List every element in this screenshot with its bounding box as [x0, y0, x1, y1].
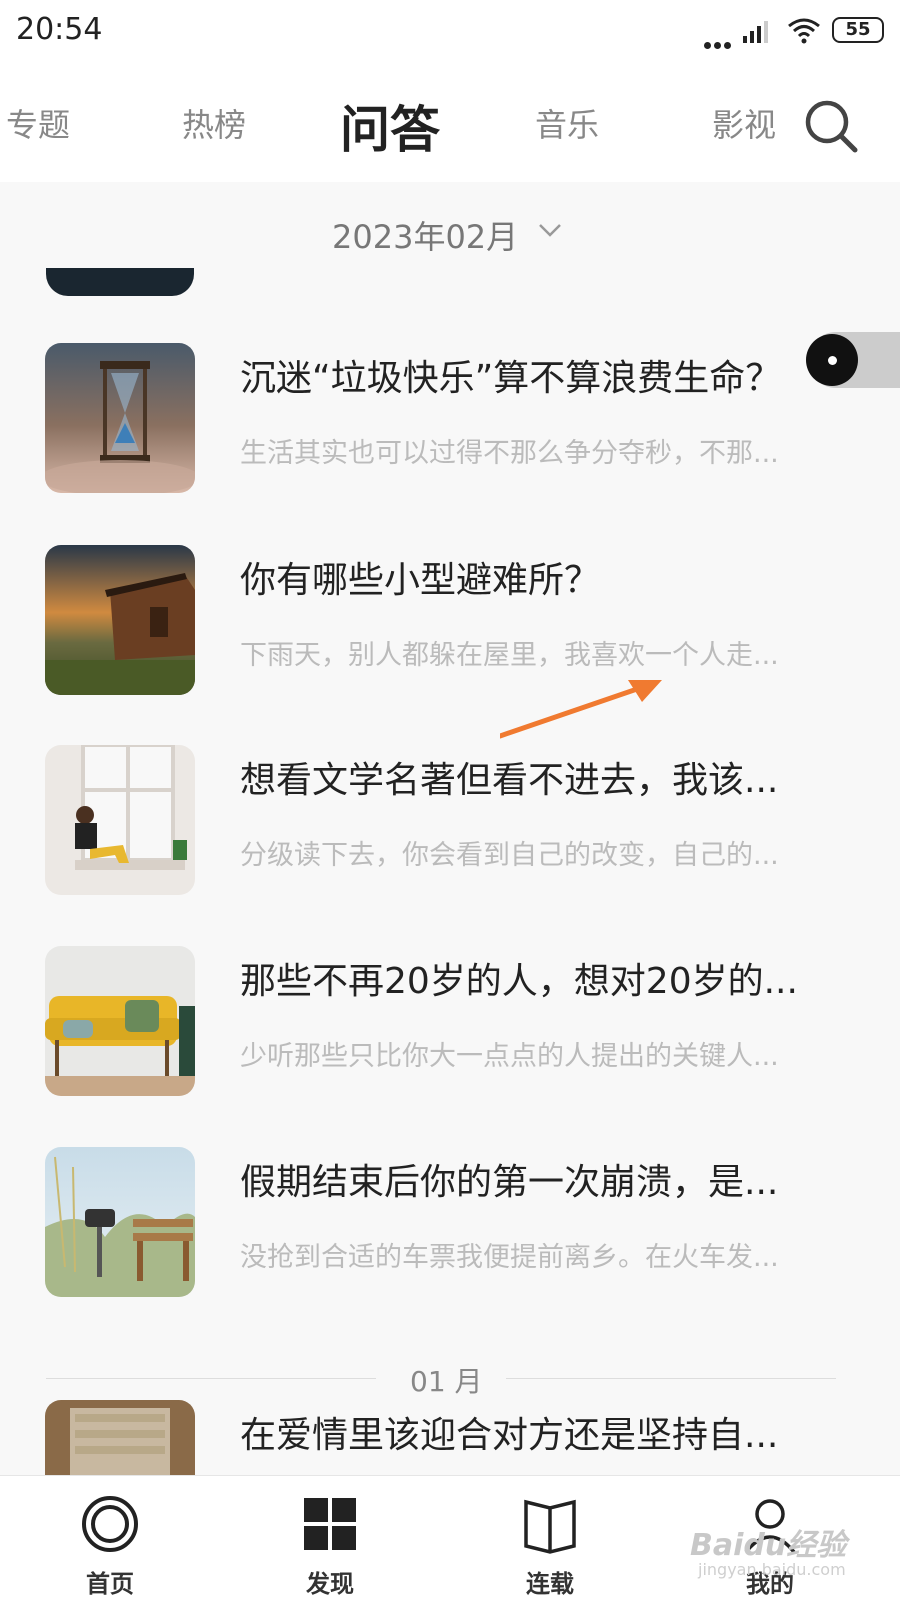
nav-serial[interactable]: 连载 — [495, 1494, 605, 1598]
nav-serial-label: 连载 — [526, 1570, 574, 1598]
month-divider: 01 月 — [46, 1360, 856, 1398]
tab-film[interactable]: 影视 — [712, 100, 776, 146]
item-summary: 没抢到合适的车票我便提前离乡。在火车发... — [240, 1242, 779, 1273]
grid-icon — [304, 1498, 356, 1550]
cabin-thumbnail — [45, 545, 195, 695]
partial-thumbnail — [46, 268, 194, 296]
item-summary: 生活其实也可以过得不那么争分夺秒，不那... — [240, 438, 779, 469]
item-summary: 少听那些只比你大一点点的人提出的关键人... — [240, 1041, 779, 1072]
status-bar: 20:54 55 — [0, 0, 900, 60]
nav-home[interactable]: 首页 — [55, 1494, 165, 1598]
watermark-url: jingyan.baidu.com — [698, 1560, 846, 1579]
list-item[interactable]: 你有哪些小型避难所？ 下雨天，别人都躲在屋里，我喜欢一个人走... — [0, 545, 900, 705]
nav-home-label: 首页 — [86, 1570, 134, 1598]
more-dots-icon — [704, 34, 734, 49]
month-label: 2023年02月 — [332, 218, 519, 256]
tab-topics[interactable]: 专题 — [6, 100, 70, 146]
signal-icon — [743, 21, 768, 43]
list-item[interactable]: 想看文学名著但看不进去，我该... 分级读下去，你会看到自己的改变，自己的... — [0, 745, 900, 905]
book-icon — [524, 1499, 576, 1554]
item-summary: 分级读下去，你会看到自己的改变，自己的... — [240, 840, 779, 871]
search-icon[interactable] — [803, 98, 859, 154]
wifi-icon — [788, 18, 820, 44]
item-title: 那些不再20岁的人，想对20岁的... — [240, 961, 798, 1002]
watermark-logo: Baidu经验 — [690, 1528, 847, 1563]
chevron-down-icon — [539, 224, 561, 237]
item-summary: 下雨天，别人都躲在屋里，我喜欢一个人走... — [240, 640, 779, 671]
home-ring-icon — [82, 1496, 138, 1552]
battery-indicator: 55 — [832, 17, 884, 43]
tab-qa[interactable]: 问答 — [340, 90, 440, 162]
item-title: 在爱情里该迎合对方还是坚持自... — [240, 1415, 779, 1456]
nav-discover-label: 发现 — [306, 1570, 354, 1598]
top-tab-bar: 专题 热榜 问答 音乐 影视 — [0, 60, 900, 182]
window-reading-thumbnail — [45, 745, 195, 895]
item-title: 你有哪些小型避难所？ — [240, 560, 601, 601]
tab-music[interactable]: 音乐 — [535, 100, 599, 146]
month-divider-label: 01 月 — [410, 1365, 483, 1398]
list-item[interactable]: 假期结束后你的第一次崩溃，是... 没抢到合适的车票我便提前离乡。在火车发... — [0, 1147, 900, 1307]
nav-discover[interactable]: 发现 — [275, 1494, 385, 1598]
mailbox-field-thumbnail — [45, 1147, 195, 1297]
item-title: 沉迷“垃圾快乐”算不算浪费生命？ — [240, 358, 782, 399]
floating-assist-toggle[interactable] — [806, 332, 900, 388]
yellow-sofa-thumbnail — [45, 946, 195, 1096]
list-item[interactable]: 那些不再20岁的人，想对20岁的... 少听那些只比你大一点点的人提出的关键人.… — [0, 946, 900, 1106]
annotation-arrow-icon — [500, 680, 662, 739]
list-item[interactable]: 沉迷“垃圾快乐”算不算浪费生命？ 生活其实也可以过得不那么争分夺秒，不那... — [0, 343, 900, 503]
item-thumbnail — [45, 1400, 195, 1475]
month-selector[interactable]: 2023年02月 — [0, 182, 900, 270]
item-title: 假期结束后你的第一次崩溃，是... — [240, 1162, 779, 1203]
dot-icon — [806, 334, 858, 386]
tab-hot-list[interactable]: 热榜 — [182, 100, 246, 146]
status-time: 20:54 — [16, 12, 103, 47]
hourglass-thumbnail — [45, 343, 195, 493]
